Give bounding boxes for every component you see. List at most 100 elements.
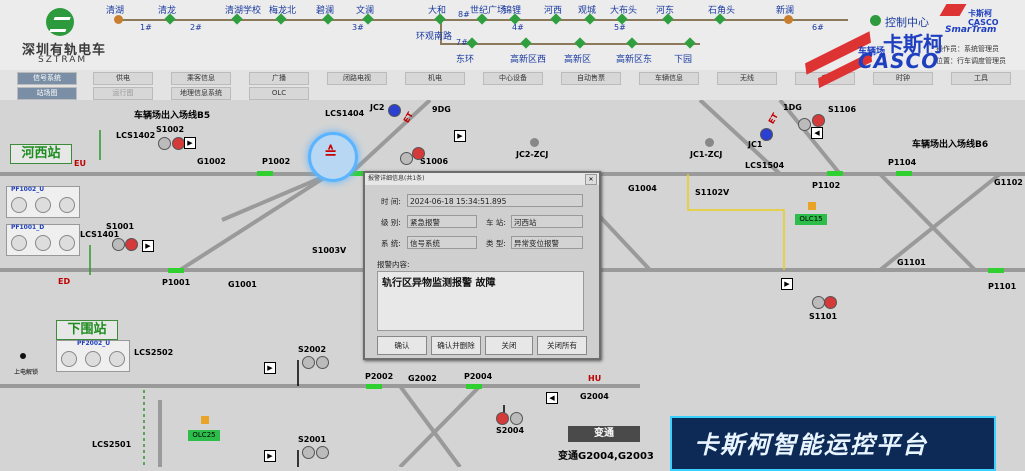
signal-s2002-aux[interactable] <box>316 356 329 369</box>
train-number-label[interactable]: 2# <box>190 23 202 32</box>
line-station-label[interactable]: 高新区西 <box>510 52 546 65</box>
pf-door-mid-icon[interactable] <box>35 197 51 213</box>
route-arrow-icon[interactable]: ▶ <box>264 450 276 462</box>
menu-tab-button[interactable]: 工具 <box>951 72 1011 85</box>
menu-tab-button[interactable]: 时钟 <box>873 72 933 85</box>
signal-s1001[interactable] <box>112 238 125 251</box>
signal-jc1[interactable] <box>760 128 773 141</box>
line-station-label[interactable]: 清龙 <box>158 3 176 16</box>
pf-door-left-icon[interactable] <box>11 197 27 213</box>
line-station-label[interactable]: 下园 <box>674 52 692 65</box>
alarm-detail-dialog[interactable]: 报警详细信息(共1条) ✕ 时 间: 2024-06-18 15:34:51.8… <box>363 171 601 360</box>
pf1001d-panel[interactable]: PF1001_D <box>6 224 80 256</box>
line-station-label[interactable]: 大和 <box>428 3 446 16</box>
signal-s1106-aux[interactable] <box>798 118 811 131</box>
line-station-marker-icon[interactable] <box>520 37 532 49</box>
dialog-close-icon[interactable]: ✕ <box>585 174 597 185</box>
route-arrow-icon[interactable]: ◀ <box>546 392 558 404</box>
menu-tab-button[interactable]: 中心设备 <box>483 72 543 85</box>
signal-s2001-aux[interactable] <box>316 446 329 459</box>
menu-tab-button[interactable]: 乘客信息 <box>171 72 231 85</box>
signal-s1006-red[interactable] <box>412 147 425 160</box>
train-number-label[interactable]: 1# <box>140 23 152 32</box>
view-tab-button[interactable]: 站场图 <box>17 87 77 100</box>
line-station-marker-icon[interactable] <box>574 37 586 49</box>
line-station-label[interactable]: 高新区 <box>564 52 591 65</box>
obstacle-alarm-icon[interactable]: ≙ <box>308 132 358 182</box>
confirm-button[interactable]: 确认 <box>377 336 427 355</box>
line-station-label[interactable]: 环观南路 <box>416 29 452 42</box>
route-arrow-icon[interactable]: ▶ <box>781 278 793 290</box>
station-box-hexi[interactable]: 河西站 <box>10 144 72 164</box>
line-station-marker-icon[interactable] <box>114 15 123 24</box>
olc25-badge[interactable]: OLC25 <box>188 430 220 441</box>
signal-s2001[interactable] <box>302 446 315 459</box>
line-station-label[interactable]: 河东 <box>656 3 674 16</box>
close-button[interactable]: 关闭 <box>485 336 533 355</box>
line-station-label[interactable]: 清湖学校 <box>225 3 261 16</box>
line-station-label[interactable]: 梅龙北 <box>269 3 296 16</box>
line-station-marker-icon[interactable] <box>626 37 638 49</box>
signal-s2004[interactable] <box>510 412 523 425</box>
station-box-xiawei[interactable]: 下围站 <box>56 320 118 340</box>
train-number-label[interactable]: 4# <box>512 23 524 32</box>
line-station-marker-icon[interactable] <box>784 15 793 24</box>
pf2002u-panel[interactable]: PF2002_U <box>56 340 130 372</box>
menu-tab-button[interactable]: 车辆信息 <box>639 72 699 85</box>
line-station-label[interactable]: 碧澜 <box>316 3 334 16</box>
train-number-label[interactable]: 5# <box>614 23 626 32</box>
signal-s1002-aux[interactable] <box>158 137 171 150</box>
view-tab-button[interactable]: 地理信息系统 <box>171 87 231 100</box>
signal-s2002[interactable] <box>302 356 315 369</box>
line-station-label[interactable]: 河西 <box>544 3 562 16</box>
confirm-delete-button[interactable]: 确认并删除 <box>431 336 481 355</box>
pf-door-left-icon[interactable] <box>61 351 77 367</box>
line-station-marker-icon[interactable] <box>684 37 696 49</box>
pf-door-right-icon[interactable] <box>109 351 125 367</box>
train-number-label[interactable]: 8# <box>458 10 470 19</box>
route-arrow-icon[interactable]: ▶ <box>454 130 466 142</box>
signal-s1101-red[interactable] <box>824 296 837 309</box>
power-unlock-label[interactable]: 上电解锁 <box>14 367 38 376</box>
menu-tab-button[interactable]: 自动售票 <box>561 72 621 85</box>
switch-toggle-button[interactable]: 变通 <box>568 426 640 442</box>
train-number-label[interactable]: 3# <box>352 23 364 32</box>
view-tab-button[interactable]: OLC <box>249 87 309 100</box>
pf-door-left-icon[interactable] <box>11 235 27 251</box>
menu-tab-button[interactable]: 供电 <box>93 72 153 85</box>
signal-jc2[interactable] <box>388 104 401 117</box>
menu-tab-button[interactable]: 信号系统 <box>17 72 77 85</box>
route-arrow-icon[interactable]: ◀ <box>811 127 823 139</box>
view-tab-button[interactable]: 运行图 <box>93 87 153 100</box>
line-station-label[interactable]: 大布头 <box>610 3 637 16</box>
signal-s1106[interactable] <box>812 114 825 127</box>
route-arrow-icon[interactable]: ▶ <box>142 240 154 252</box>
line-station-label[interactable]: 东环 <box>456 52 474 65</box>
menu-tab-button[interactable]: 机电 <box>405 72 465 85</box>
line-station-label[interactable]: 世纪广场 <box>470 3 506 16</box>
line-station-label[interactable]: 石角头 <box>708 3 735 16</box>
line-station-label[interactable]: 文澜 <box>356 3 374 16</box>
line-station-label[interactable]: 新澜 <box>776 3 794 16</box>
signal-s1001-red[interactable] <box>125 238 138 251</box>
pf-door-mid-icon[interactable] <box>85 351 101 367</box>
pf-door-mid-icon[interactable] <box>35 235 51 251</box>
pf1002u-panel[interactable]: PF1002_U <box>6 186 80 218</box>
olc15-badge[interactable]: OLC15 <box>795 214 827 225</box>
power-unlock-icon[interactable] <box>20 353 26 359</box>
line-station-marker-icon[interactable] <box>466 37 478 49</box>
dialog-title[interactable]: 报警详细信息(共1条) <box>365 173 599 185</box>
route-arrow-icon[interactable]: ▶ <box>184 137 196 149</box>
line-station-label[interactable]: 锦锂 <box>503 3 521 16</box>
line-station-label[interactable]: 清湖 <box>106 3 124 16</box>
pf-door-right-icon[interactable] <box>59 235 75 251</box>
menu-tab-button[interactable]: 广播 <box>249 72 309 85</box>
close-all-button[interactable]: 关闭所有 <box>537 336 587 355</box>
train-number-label[interactable]: 7# <box>456 38 468 47</box>
menu-tab-button[interactable]: 无线 <box>717 72 777 85</box>
line-station-label[interactable]: 高新区东 <box>616 52 652 65</box>
line-station-label[interactable]: 观城 <box>578 3 596 16</box>
pf-door-right-icon[interactable] <box>59 197 75 213</box>
menu-tab-button[interactable]: 闭路电视 <box>327 72 387 85</box>
route-arrow-icon[interactable]: ▶ <box>264 362 276 374</box>
